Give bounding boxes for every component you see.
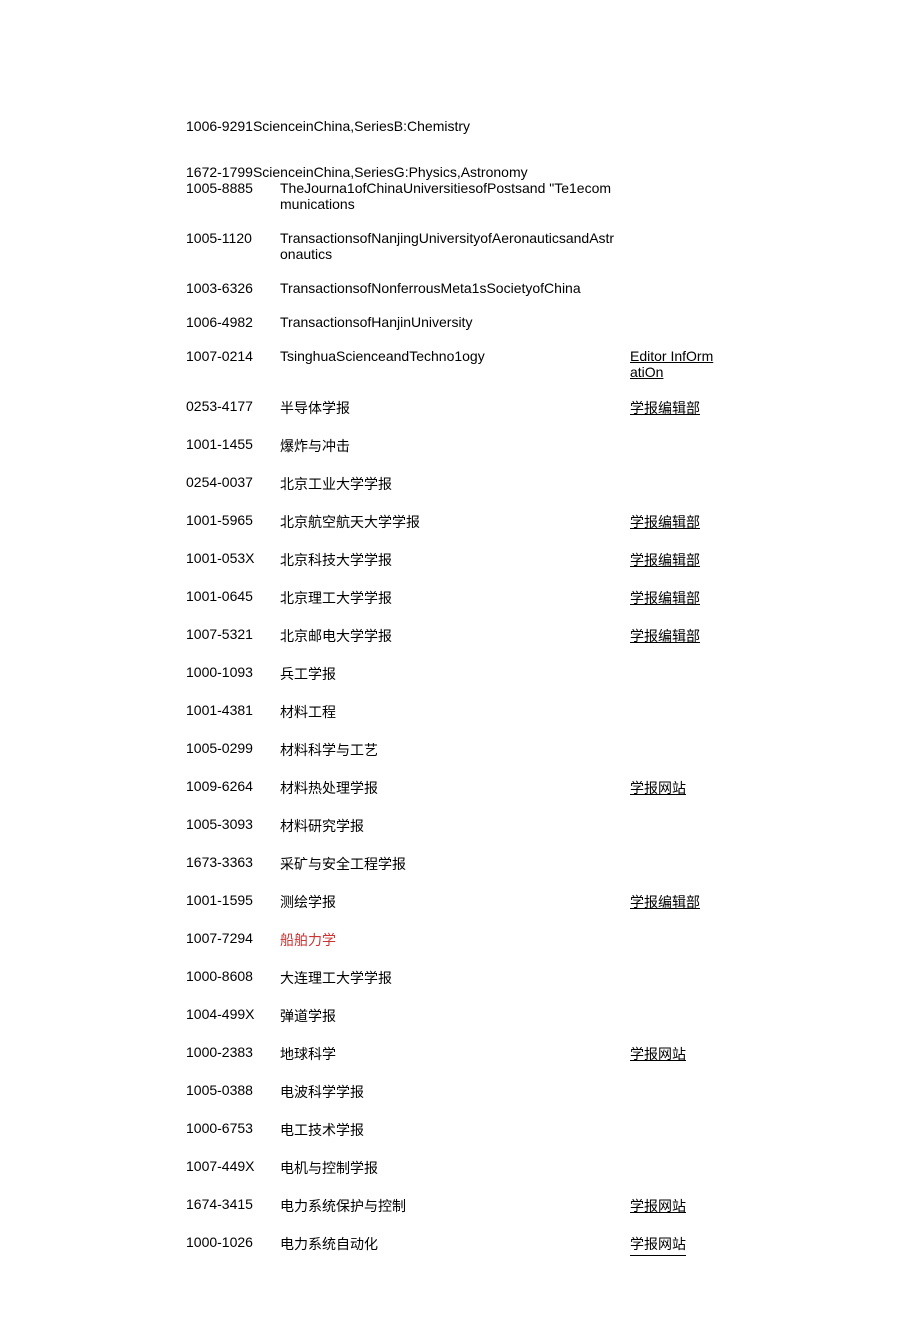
- table-row: 1007-449X电机与控制学报: [186, 1158, 860, 1178]
- title-cell: 北京航空航天大学学报: [280, 512, 630, 532]
- table-row: 1005-0388电波科学学报: [186, 1082, 860, 1102]
- title-cell: 北京邮电大学学报: [280, 626, 630, 646]
- editor-link[interactable]: 学报网站: [630, 1196, 720, 1216]
- top-line-2: 1672-1799ScienceinChina,SeriesG:Physics,…: [186, 164, 860, 180]
- table-row: 1005-3093材料研究学报: [186, 816, 860, 836]
- title-cell: 电机与控制学报: [280, 1158, 630, 1178]
- table-row: 1001-1595测绘学报学报编辑部: [186, 892, 860, 912]
- table-row: 1004-499X弹道学报: [186, 1006, 860, 1026]
- issn-cell: 1000-1093: [186, 664, 280, 680]
- issn-cell: 0254-0037: [186, 474, 280, 490]
- title-cell: 兵工学报: [280, 664, 630, 684]
- issn-cell: 1003-6326: [186, 280, 280, 296]
- issn-cell: 1009-6264: [186, 778, 280, 794]
- table-row: 1000-1026电力系统自动化学报网站: [186, 1234, 860, 1256]
- issn-cell: 0253-4177: [186, 398, 280, 414]
- title-cell: TheJourna1ofChinaUniversitiesofPostsand …: [280, 180, 630, 212]
- title-cell: 北京理工大学学报: [280, 588, 630, 608]
- editor-link[interactable]: 学报编辑部: [630, 892, 720, 912]
- title-cell: 材料热处理学报: [280, 778, 630, 798]
- title-cell: 材料工程: [280, 702, 630, 722]
- editor-link[interactable]: 学报编辑部: [630, 626, 720, 646]
- editor-link[interactable]: 学报网站: [630, 1044, 720, 1064]
- title-cell: 电力系统自动化: [280, 1234, 630, 1254]
- table-row: 1673-3363采矿与安全工程学报: [186, 854, 860, 874]
- issn-cell: 1006-4982: [186, 314, 280, 330]
- title-cell: 材料科学与工艺: [280, 740, 630, 760]
- table-row: 1674-3415电力系统保护与控制学报网站: [186, 1196, 860, 1216]
- title-cell: 弹道学报: [280, 1006, 630, 1026]
- title-cell: 电力系统保护与控制: [280, 1196, 630, 1216]
- title-cell: 采矿与安全工程学报: [280, 854, 630, 874]
- issn-cell: 1001-1595: [186, 892, 280, 908]
- issn-cell: 1005-3093: [186, 816, 280, 832]
- table-row: 1007-0214TsinghuaScienceandTechno1ogyEdi…: [186, 348, 860, 380]
- title-cell: 北京工业大学学报: [280, 474, 630, 494]
- title-cell: TransactionsofNonferrousMeta1sSocietyofC…: [280, 280, 630, 296]
- table-row: 1005-0299材料科学与工艺: [186, 740, 860, 760]
- top-line-1: 1006-9291ScienceinChina,SeriesB:Chemistr…: [186, 118, 860, 134]
- document-page: 1006-9291ScienceinChina,SeriesB:Chemistr…: [0, 0, 920, 1334]
- title-cell: 电波科学学报: [280, 1082, 630, 1102]
- title-cell: TransactionsofHanjinUniversity: [280, 314, 630, 330]
- issn-cell: 1005-0299: [186, 740, 280, 756]
- table-row: 0254-0037北京工业大学学报: [186, 474, 860, 494]
- issn-cell: 1007-5321: [186, 626, 280, 642]
- issn-cell: 1007-449X: [186, 1158, 280, 1174]
- title-cell: 北京科技大学学报: [280, 550, 630, 570]
- issn-cell: 1005-0388: [186, 1082, 280, 1098]
- table-row: 1001-5965北京航空航天大学学报学报编辑部: [186, 512, 860, 532]
- table-row: 1000-2383地球科学学报网站: [186, 1044, 860, 1064]
- issn-cell: 1674-3415: [186, 1196, 280, 1212]
- journal-table: 1005-8885TheJourna1ofChinaUniversitiesof…: [186, 180, 860, 1256]
- issn-cell: 1000-6753: [186, 1120, 280, 1136]
- table-row: 1005-1120TransactionsofNanjingUniversity…: [186, 230, 860, 262]
- table-row: 1009-6264材料热处理学报学报网站: [186, 778, 860, 798]
- issn-cell: 1000-2383: [186, 1044, 280, 1060]
- title-cell: TransactionsofNanjingUniversityofAeronau…: [280, 230, 630, 262]
- issn-cell: 1001-4381: [186, 702, 280, 718]
- editor-link[interactable]: 学报网站: [630, 1234, 720, 1256]
- issn-cell: 1007-7294: [186, 930, 280, 946]
- issn-cell: 1001-0645: [186, 588, 280, 604]
- table-row: 1006-4982TransactionsofHanjinUniversity: [186, 314, 860, 330]
- table-row: 1000-6753电工技术学报: [186, 1120, 860, 1140]
- issn-cell: 1005-1120: [186, 230, 280, 246]
- editor-link[interactable]: 学报编辑部: [630, 512, 720, 532]
- issn-cell: 1673-3363: [186, 854, 280, 870]
- table-row: 1001-1455爆炸与冲击: [186, 436, 860, 456]
- table-row: 1001-0645北京理工大学学报学报编辑部: [186, 588, 860, 608]
- issn-cell: 1001-053X: [186, 550, 280, 566]
- title-cell: 测绘学报: [280, 892, 630, 912]
- table-row: 1007-5321北京邮电大学学报学报编辑部: [186, 626, 860, 646]
- editor-link[interactable]: 学报编辑部: [630, 588, 720, 608]
- table-row: 1000-1093兵工学报: [186, 664, 860, 684]
- table-row: 1003-6326TransactionsofNonferrousMeta1sS…: [186, 280, 860, 296]
- issn-cell: 1005-8885: [186, 180, 280, 196]
- issn-cell: 1004-499X: [186, 1006, 280, 1022]
- table-row: 1000-8608大连理工大学学报: [186, 968, 860, 988]
- issn-cell: 1000-8608: [186, 968, 280, 984]
- title-cell: 船舶力学: [280, 930, 630, 950]
- issn-cell: 1001-5965: [186, 512, 280, 528]
- issn-cell: 1007-0214: [186, 348, 280, 364]
- issn-cell: 1000-1026: [186, 1234, 280, 1250]
- title-cell: 材料研究学报: [280, 816, 630, 836]
- title-cell: 爆炸与冲击: [280, 436, 630, 456]
- title-cell: TsinghuaScienceandTechno1ogy: [280, 348, 630, 364]
- editor-link[interactable]: 学报编辑部: [630, 550, 720, 570]
- table-row: 1001-053X北京科技大学学报学报编辑部: [186, 550, 860, 570]
- title-cell: 电工技术学报: [280, 1120, 630, 1140]
- title-cell: 地球科学: [280, 1044, 630, 1064]
- table-row: 0253-4177半导体学报学报编辑部: [186, 398, 860, 418]
- editor-link[interactable]: 学报编辑部: [630, 398, 720, 418]
- table-row: 1001-4381材料工程: [186, 702, 860, 722]
- title-cell: 大连理工大学学报: [280, 968, 630, 988]
- editor-link[interactable]: 学报网站: [630, 778, 720, 798]
- title-cell: 半导体学报: [280, 398, 630, 418]
- issn-cell: 1001-1455: [186, 436, 280, 452]
- editor-link[interactable]: Editor InfOrmatiOn: [630, 348, 720, 380]
- table-row: 1007-7294船舶力学: [186, 930, 860, 950]
- table-row: 1005-8885TheJourna1ofChinaUniversitiesof…: [186, 180, 860, 212]
